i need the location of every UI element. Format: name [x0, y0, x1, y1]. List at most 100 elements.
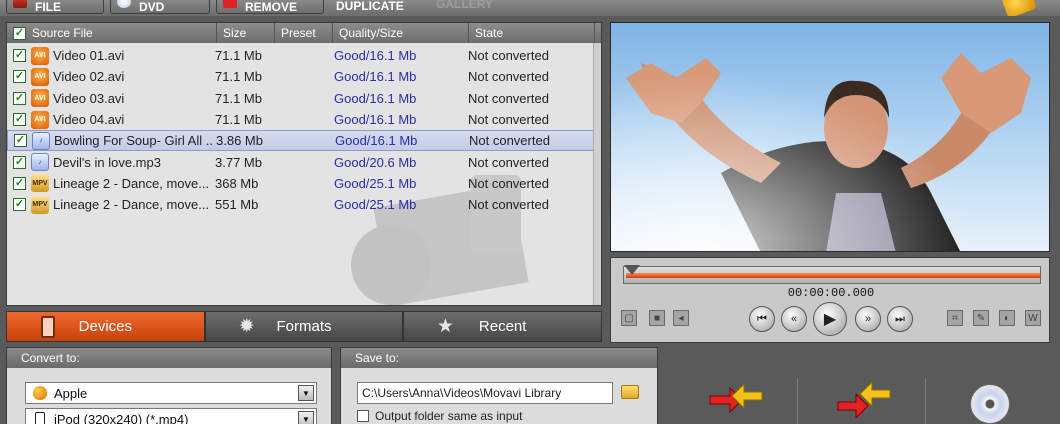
brand-select[interactable]: Apple ▼: [25, 382, 317, 404]
crop-icon[interactable]: ⌗: [947, 310, 963, 326]
col-quality-size[interactable]: Quality/Size: [333, 23, 469, 43]
col-source-file[interactable]: ✓ Source File: [7, 23, 217, 43]
table-row[interactable]: ✓ AVI Video 04.avi 71.1 Mb Good/16.1 Mb Not c…: [7, 109, 601, 130]
col-state[interactable]: State: [469, 23, 595, 43]
file-name: Video 02.avi: [53, 69, 125, 85]
table-row[interactable]: ✓ MPV Lineage 2 - Dance, move... 551 Mb Good…: [7, 194, 601, 215]
volume-icon[interactable]: ◂: [673, 310, 689, 326]
skip-end-button[interactable]: ⏭: [887, 306, 913, 332]
file-state: Not converted: [468, 175, 549, 191]
file-quality[interactable]: Good/16.1 Mb: [334, 66, 468, 87]
stop-square-icon[interactable]: ■: [649, 310, 665, 326]
playhead-marker[interactable]: [624, 265, 640, 275]
row-checkbox-cell[interactable]: ✓: [7, 45, 31, 66]
file-preset: [280, 131, 335, 150]
checkbox-box[interactable]: [357, 410, 369, 422]
fit-icon[interactable]: ▢: [621, 310, 637, 326]
tab-formats-label: Formats: [276, 318, 332, 335]
convert-selected-button[interactable]: [708, 378, 768, 418]
color-icon[interactable]: ◐: [999, 310, 1015, 326]
row-checkbox[interactable]: ✓: [14, 134, 27, 148]
convert-arrows-icon: [709, 382, 763, 414]
file-icon-cell: MPV: [31, 194, 53, 215]
file-preset: [279, 194, 334, 215]
gear-icon: ✹: [238, 316, 255, 337]
file-button[interactable]: FILE: [6, 0, 104, 14]
file-preset: [279, 66, 334, 87]
row-checkbox[interactable]: ✓: [13, 113, 26, 127]
tab-recent-label: Recent: [478, 318, 527, 335]
row-checkbox-cell[interactable]: ✓: [7, 88, 31, 109]
table-row[interactable]: ✓ AVI Video 01.avi 71.1 Mb Good/16.1 Mb Not c…: [7, 45, 601, 66]
list-scrollbar[interactable]: [593, 43, 601, 305]
row-checkbox-cell[interactable]: ✓: [7, 109, 31, 130]
table-row[interactable]: ✓ AVI Video 03.avi 71.1 Mb Good/16.1 Mb Not c…: [7, 88, 601, 109]
row-checkbox-cell[interactable]: ✓: [7, 66, 31, 87]
chevron-down-icon[interactable]: ▼: [298, 411, 314, 424]
col-size[interactable]: Size: [217, 23, 275, 43]
file-quality[interactable]: Good/20.6 Mb: [334, 151, 468, 172]
rewind-button[interactable]: «: [781, 306, 807, 332]
table-row[interactable]: ✓ ♪ Devil's in love.mp3 3.77 Mb Good/20.6 Mb…: [7, 151, 601, 172]
avi-file-icon: AVI: [31, 110, 49, 129]
folder-icon[interactable]: [621, 385, 639, 399]
row-checkbox-cell[interactable]: ✓: [7, 151, 31, 172]
ipod-icon: [41, 315, 55, 338]
save-path-input[interactable]: C:\Users\Anna\Videos\Movavi Library: [357, 382, 613, 404]
file-quality[interactable]: Good/16.1 Mb: [334, 88, 468, 109]
timeline-slider[interactable]: [623, 265, 1041, 284]
row-checkbox-cell[interactable]: ✓: [7, 173, 31, 194]
file-preset: [279, 173, 334, 194]
mp3-file-icon: ♪: [32, 131, 50, 150]
skip-start-button[interactable]: ⏮: [749, 306, 775, 332]
play-button[interactable]: ▶: [813, 302, 847, 336]
file-quality[interactable]: Good/16.1 Mb: [335, 131, 469, 150]
preset-select[interactable]: iPod (320x240) (*.mp4) ▼: [25, 408, 317, 424]
main-toolbar: FILE DVD REMOVE DUPLICATE GALLERY: [0, 0, 1060, 16]
list-header: ✓ Source File Size Preset Quality/Size S…: [7, 23, 601, 43]
dvd-button[interactable]: DVD: [110, 0, 210, 14]
row-checkbox-cell[interactable]: ✓: [8, 131, 32, 150]
file-preset: [279, 88, 334, 109]
row-checkbox[interactable]: ✓: [13, 176, 26, 190]
file-icon-cell: AVI: [31, 45, 53, 66]
file-name: Bowling For Soup- Girl All ...: [54, 133, 214, 149]
row-checkbox[interactable]: ✓: [13, 70, 26, 84]
table-row[interactable]: ✓ MPV Lineage 2 - Dance, move... 368 Mb Good…: [7, 173, 601, 194]
file-quality[interactable]: Good/16.1 Mb: [334, 109, 468, 130]
col-preset[interactable]: Preset: [275, 23, 333, 43]
file-icon-cell: AVI: [31, 109, 53, 130]
duplicate-button[interactable]: DUPLICATE: [330, 0, 426, 14]
gallery-button[interactable]: GALLERY: [436, 0, 493, 11]
select-all-checkbox[interactable]: ✓: [13, 26, 26, 40]
tab-recent[interactable]: ★ Recent: [403, 311, 603, 342]
effects-icon[interactable]: ✎: [973, 310, 989, 326]
row-checkbox[interactable]: ✓: [13, 155, 26, 169]
file-quality[interactable]: Good/25.1 Mb: [334, 194, 468, 215]
row-checkbox[interactable]: ✓: [13, 91, 26, 105]
chevron-down-icon[interactable]: ▼: [298, 385, 314, 401]
file-quality[interactable]: Good/16.1 Mb: [334, 45, 468, 66]
table-row[interactable]: ✓ AVI Video 02.avi 71.1 Mb Good/16.1 Mb Not c…: [7, 66, 601, 87]
file-size: 71.1 Mb: [215, 69, 262, 85]
file-quality[interactable]: Good/25.1 Mb: [334, 173, 468, 194]
file-state: Not converted: [468, 90, 549, 106]
col-source-file-label: Source File: [32, 26, 93, 40]
watermark-icon[interactable]: W: [1025, 310, 1041, 326]
file-preset: [279, 45, 334, 66]
avi-file-icon: AVI: [31, 46, 49, 65]
tab-formats[interactable]: ✹ Formats: [204, 311, 404, 342]
row-checkbox[interactable]: ✓: [13, 49, 26, 63]
fast-forward-button[interactable]: »: [855, 306, 881, 332]
burn-disc-button[interactable]: [970, 384, 1010, 424]
tab-devices[interactable]: Devices: [6, 311, 205, 342]
remove-button[interactable]: REMOVE: [216, 0, 324, 14]
file-size: 71.1 Mb: [215, 112, 262, 128]
convert-all-icon: [837, 380, 891, 420]
table-row[interactable]: ✓ ♪ Bowling For Soup- Girl All ... 3.86 Mb G…: [7, 130, 601, 152]
row-checkbox[interactable]: ✓: [13, 198, 26, 212]
same-folder-checkbox[interactable]: Output folder same as input: [357, 409, 522, 423]
action-divider: [797, 378, 798, 424]
row-checkbox-cell[interactable]: ✓: [7, 194, 31, 215]
convert-all-button[interactable]: [836, 378, 896, 420]
